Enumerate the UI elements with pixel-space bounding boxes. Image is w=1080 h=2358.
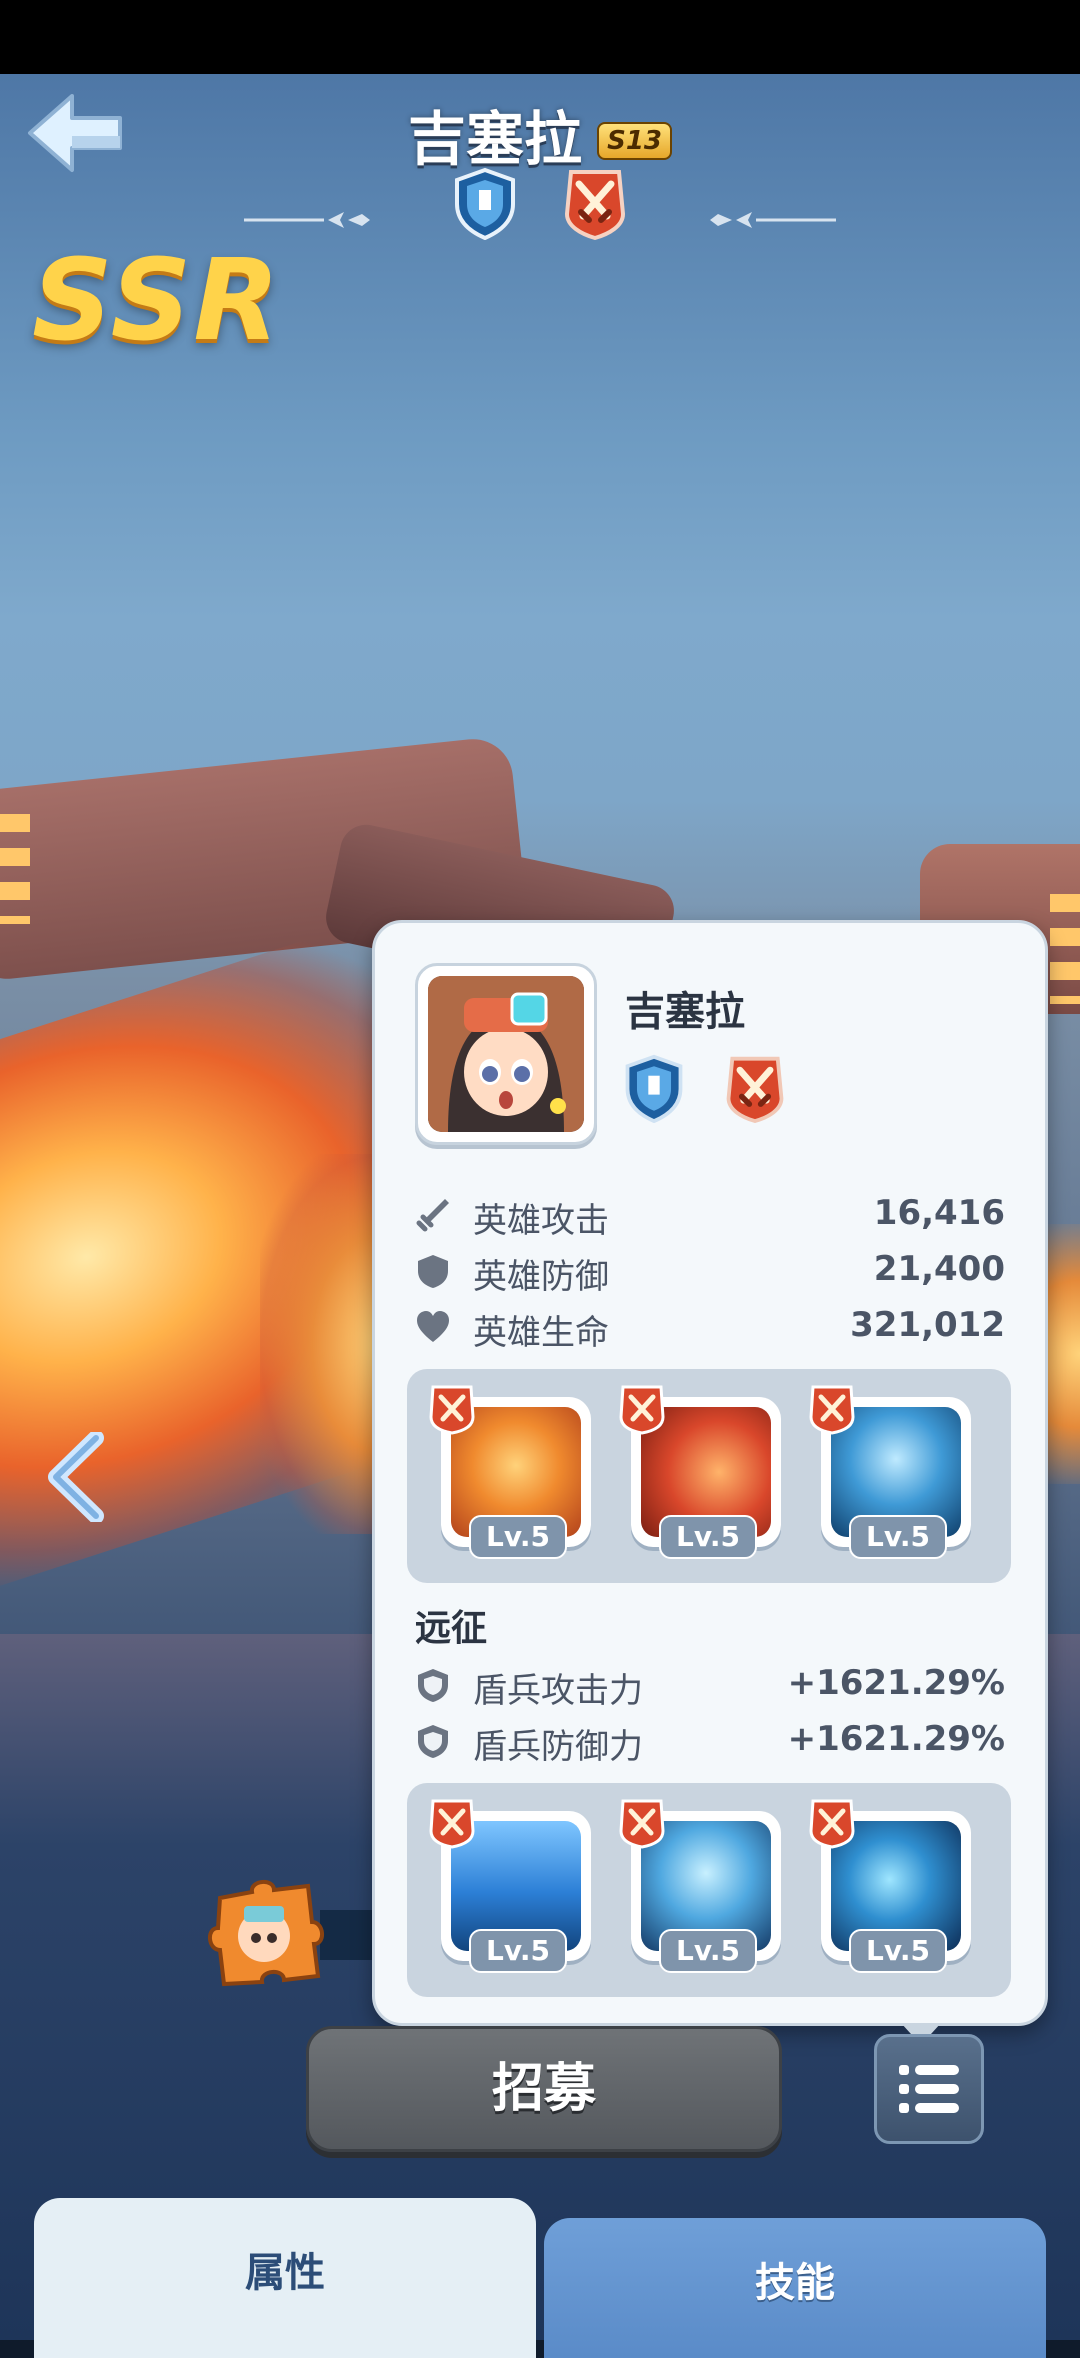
skill-level: Lv.5 bbox=[849, 1515, 947, 1559]
stat-value: +1621.29% bbox=[787, 1719, 1005, 1759]
stat-row-health: 英雄生命 321,012 bbox=[415, 1301, 1005, 1353]
crossed-swords-icon bbox=[809, 1385, 855, 1435]
rarity-label: SSR bbox=[32, 236, 282, 366]
hero-shard-icon[interactable] bbox=[200, 1878, 330, 1988]
skill-slot[interactable]: Lv.5 bbox=[429, 1799, 591, 1973]
page-title: 吉塞拉 bbox=[407, 105, 582, 173]
expedition-title: 远征 bbox=[415, 1608, 488, 1649]
crossed-swords-icon bbox=[619, 1385, 665, 1435]
recruit-button[interactable]: 招募 bbox=[306, 2026, 782, 2152]
hero-portrait-art bbox=[428, 976, 584, 1132]
crossed-swords-icon bbox=[619, 1799, 665, 1849]
expedition-skills-box: Lv.5 Lv.5 Lv.5 bbox=[407, 1783, 1011, 1997]
stat-value: 21,400 bbox=[873, 1249, 1005, 1289]
mech-vent-left bbox=[0, 814, 30, 924]
stat-value: 16,416 bbox=[873, 1193, 1005, 1233]
mech-vent-right bbox=[1050, 894, 1080, 1004]
skill-level: Lv.5 bbox=[659, 1515, 757, 1559]
shield-icon bbox=[418, 1725, 448, 1758]
list-menu-icon bbox=[899, 2065, 959, 2113]
skill-level: Lv.5 bbox=[469, 1515, 567, 1559]
skill-slot[interactable]: Lv.5 bbox=[809, 1385, 971, 1559]
hero-title-bar: 吉塞拉 S13 bbox=[0, 92, 1080, 176]
tab-attributes[interactable]: 属性 bbox=[34, 2198, 536, 2358]
crossed-swords-icon bbox=[429, 1799, 475, 1849]
hero-type-icons-panel bbox=[621, 1053, 818, 1123]
hero-type-icons bbox=[0, 166, 1080, 240]
skill-slot[interactable]: Lv.5 bbox=[809, 1799, 971, 1973]
tab-skills[interactable]: 技能 bbox=[544, 2218, 1046, 2358]
hero-portrait bbox=[415, 963, 597, 1145]
heart-icon bbox=[417, 1311, 449, 1342]
chevron-left-icon bbox=[48, 1430, 104, 1524]
hero-skills-box: Lv.5 Lv.5 Lv.5 bbox=[407, 1369, 1011, 1583]
hero-name: 吉塞拉 bbox=[625, 989, 745, 1035]
expedition-stat-defense: 盾兵防御力 +1621.29% bbox=[415, 1715, 1005, 1767]
hero-info-panel: 吉塞拉 英雄攻击 16,416 英雄防御 21,400 英雄生命 321,012… bbox=[372, 920, 1048, 2045]
skill-level: Lv.5 bbox=[849, 1929, 947, 1973]
skill-level: Lv.5 bbox=[469, 1929, 567, 1973]
crossed-swords-icon bbox=[726, 1056, 784, 1123]
crossed-swords-icon bbox=[429, 1385, 475, 1435]
stat-label: 英雄防御 bbox=[473, 1257, 609, 1297]
stat-label: 盾兵攻击力 bbox=[473, 1671, 643, 1711]
hero-face-icon bbox=[428, 976, 584, 1132]
sword-icon bbox=[416, 1199, 449, 1232]
status-bar bbox=[0, 0, 1080, 74]
shield-icon bbox=[418, 1255, 448, 1288]
stat-label: 盾兵防御力 bbox=[473, 1727, 643, 1767]
expedition-stat-attack: 盾兵攻击力 +1621.29% bbox=[415, 1659, 1005, 1711]
previous-hero-button[interactable] bbox=[46, 1430, 110, 1524]
skill-slot[interactable]: Lv.5 bbox=[619, 1385, 781, 1559]
skill-level: Lv.5 bbox=[659, 1929, 757, 1973]
skill-slot[interactable]: Lv.5 bbox=[619, 1799, 781, 1973]
stat-value: 321,012 bbox=[850, 1305, 1005, 1345]
stat-row-attack: 英雄攻击 16,416 bbox=[415, 1189, 1005, 1241]
shield-class-icon bbox=[455, 167, 516, 240]
crossed-swords-icon bbox=[809, 1799, 855, 1849]
stat-label: 英雄生命 bbox=[473, 1313, 609, 1353]
stat-label: 英雄攻击 bbox=[473, 1201, 609, 1241]
crossed-swords-icon bbox=[564, 170, 625, 240]
shield-icon bbox=[418, 1669, 448, 1702]
skill-slot[interactable]: Lv.5 bbox=[429, 1385, 591, 1559]
stat-value: +1621.29% bbox=[787, 1663, 1005, 1703]
shield-class-icon bbox=[625, 1054, 683, 1123]
menu-button[interactable] bbox=[874, 2034, 984, 2144]
stat-row-defense: 英雄防御 21,400 bbox=[415, 1245, 1005, 1297]
season-badge: S13 bbox=[597, 122, 673, 160]
